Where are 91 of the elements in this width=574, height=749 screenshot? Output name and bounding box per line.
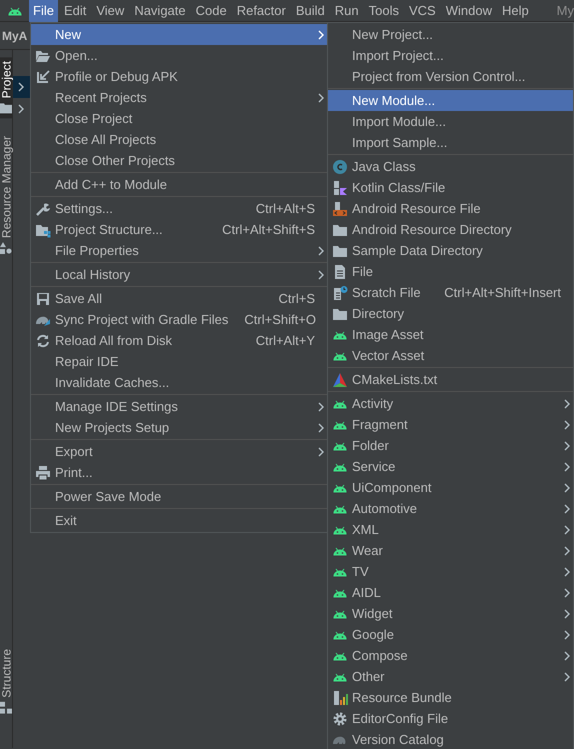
project-title: MyA: [1, 28, 28, 44]
menu-item[interactable]: Vector Asset: [328, 345, 573, 366]
menu-bar-item[interactable]: Edit: [60, 0, 90, 22]
menu-item[interactable]: Repair IDE: [31, 351, 327, 372]
menu-bar-item[interactable]: View: [92, 0, 128, 22]
menu-item[interactable]: Version Catalog: [328, 729, 573, 749]
menu-item[interactable]: New Project...: [328, 24, 573, 45]
tool-window-tab[interactable]: Structure: [0, 645, 13, 718]
menu-item[interactable]: Close Other Projects: [31, 150, 327, 171]
menu-item[interactable]: New: [31, 24, 327, 45]
reload-icon: [35, 332, 51, 348]
file-icon: [332, 264, 348, 280]
save-icon: [35, 290, 51, 306]
menu-item[interactable]: Profile or Debug APK: [31, 66, 327, 87]
menu-bar-item[interactable]: Build: [292, 0, 329, 22]
menu-bar-item[interactable]: Help: [498, 0, 533, 22]
cmake-triangle-icon: [332, 372, 348, 388]
menu-item[interactable]: Exit: [31, 510, 327, 531]
menu-item[interactable]: Sync Project with Gradle Files Ctrl+Shift+O: [31, 309, 327, 330]
menu-item[interactable]: Import Module...: [328, 111, 573, 132]
kotlin-file-icon: [332, 180, 348, 196]
window-title: My: [556, 2, 574, 20]
menu-item[interactable]: Activity: [328, 393, 573, 414]
menu-bar-item[interactable]: Window: [442, 0, 496, 22]
menu-item[interactable]: Java Class: [328, 156, 573, 177]
menu-item[interactable]: Directory: [328, 303, 573, 324]
wrench-icon: [35, 200, 51, 216]
class-icon: [332, 158, 348, 174]
printer-icon: [35, 464, 51, 480]
menu-item[interactable]: Other: [328, 666, 573, 687]
menu-bar-item[interactable]: Refactor: [232, 0, 290, 22]
menu-item[interactable]: Automotive: [328, 498, 573, 519]
shapes-icon: [0, 242, 12, 254]
menu-item[interactable]: Add C++ to Module: [31, 174, 327, 195]
menu-item[interactable]: AIDL: [328, 582, 573, 603]
menu-item[interactable]: Scratch File Ctrl+Alt+Shift+Insert: [328, 282, 573, 303]
menu-item[interactable]: XML: [328, 519, 573, 540]
menu-item[interactable]: Manage IDE Settings: [31, 396, 327, 417]
menu-item[interactable]: Google: [328, 624, 573, 645]
menu-item[interactable]: EditorConfig File: [328, 708, 573, 729]
menu-item[interactable]: CMakeLists.txt: [328, 369, 573, 390]
menu-item[interactable]: Android Resource Directory: [328, 219, 573, 240]
menu-item[interactable]: Recent Projects: [31, 87, 327, 108]
menu-item[interactable]: Service: [328, 456, 573, 477]
menu-item[interactable]: New Module...: [328, 90, 573, 111]
menu-item[interactable]: Project from Version Control...: [328, 66, 573, 87]
gear-icon: [332, 710, 348, 726]
menu-item[interactable]: Sample Data Directory: [328, 240, 573, 261]
menu-item[interactable]: Local History: [31, 264, 327, 285]
menu-item[interactable]: Open...: [31, 45, 327, 66]
menu-item[interactable]: Import Project...: [328, 45, 573, 66]
menu-bar-item[interactable]: Run: [330, 0, 363, 22]
menu-item[interactable]: TV: [328, 561, 573, 582]
menu-item[interactable]: Close All Projects: [31, 129, 327, 150]
menu-item[interactable]: Invalidate Caches...: [31, 372, 327, 393]
menu-item[interactable]: Resource Bundle: [328, 687, 573, 708]
menu-bar-item[interactable]: Navigate: [130, 0, 190, 22]
menu-item[interactable]: Settings... Ctrl+Alt+S: [31, 198, 327, 219]
menu-item[interactable]: Image Asset: [328, 324, 573, 345]
menu-item[interactable]: Android Resource File: [328, 198, 573, 219]
menu-item[interactable]: Project Structure... Ctrl+Alt+Shift+S: [31, 219, 327, 240]
menu-item[interactable]: Wear: [328, 540, 573, 561]
menu-bar-item[interactable]: Tools: [364, 0, 403, 22]
tool-window-tab[interactable]: Project: [0, 57, 13, 118]
structure-icon: [0, 702, 12, 714]
expand-icon[interactable]: [13, 76, 30, 98]
menu-item[interactable]: Power Save Mode: [31, 486, 327, 507]
menu-bar-item[interactable]: Code: [192, 0, 231, 22]
resource-bundle-icon: [332, 690, 348, 706]
menu-item[interactable]: Fragment: [328, 414, 573, 435]
menu-item[interactable]: Kotlin Class/File: [328, 177, 573, 198]
folder-icon: [0, 102, 12, 114]
menu-bar-item[interactable]: VCS: [404, 0, 440, 22]
resource-file-icon: [332, 200, 348, 216]
menu-item[interactable]: File Properties: [31, 240, 327, 261]
menu-item[interactable]: Save All Ctrl+S: [31, 288, 327, 309]
tool-window-tab[interactable]: Resource Manager: [0, 132, 13, 258]
menu-item[interactable]: Export: [31, 441, 327, 462]
menu-item[interactable]: Import Sample...: [328, 132, 573, 153]
menu-item[interactable]: Compose: [328, 645, 573, 666]
menu-item[interactable]: File: [328, 261, 573, 282]
menu-item[interactable]: Widget: [328, 603, 573, 624]
menu-item[interactable]: Close Project: [31, 108, 327, 129]
menu-item[interactable]: Reload All from Disk Ctrl+Alt+Y: [31, 330, 327, 351]
import-icon: [35, 68, 51, 84]
menu-item[interactable]: Folder: [328, 435, 573, 456]
menu-item[interactable]: UiComponent: [328, 477, 573, 498]
scratch-file-icon: [332, 284, 348, 300]
menu-item[interactable]: Print...: [31, 462, 327, 483]
menu-item[interactable]: New Projects Setup: [31, 417, 327, 438]
menu-bar-item[interactable]: File: [29, 0, 58, 22]
